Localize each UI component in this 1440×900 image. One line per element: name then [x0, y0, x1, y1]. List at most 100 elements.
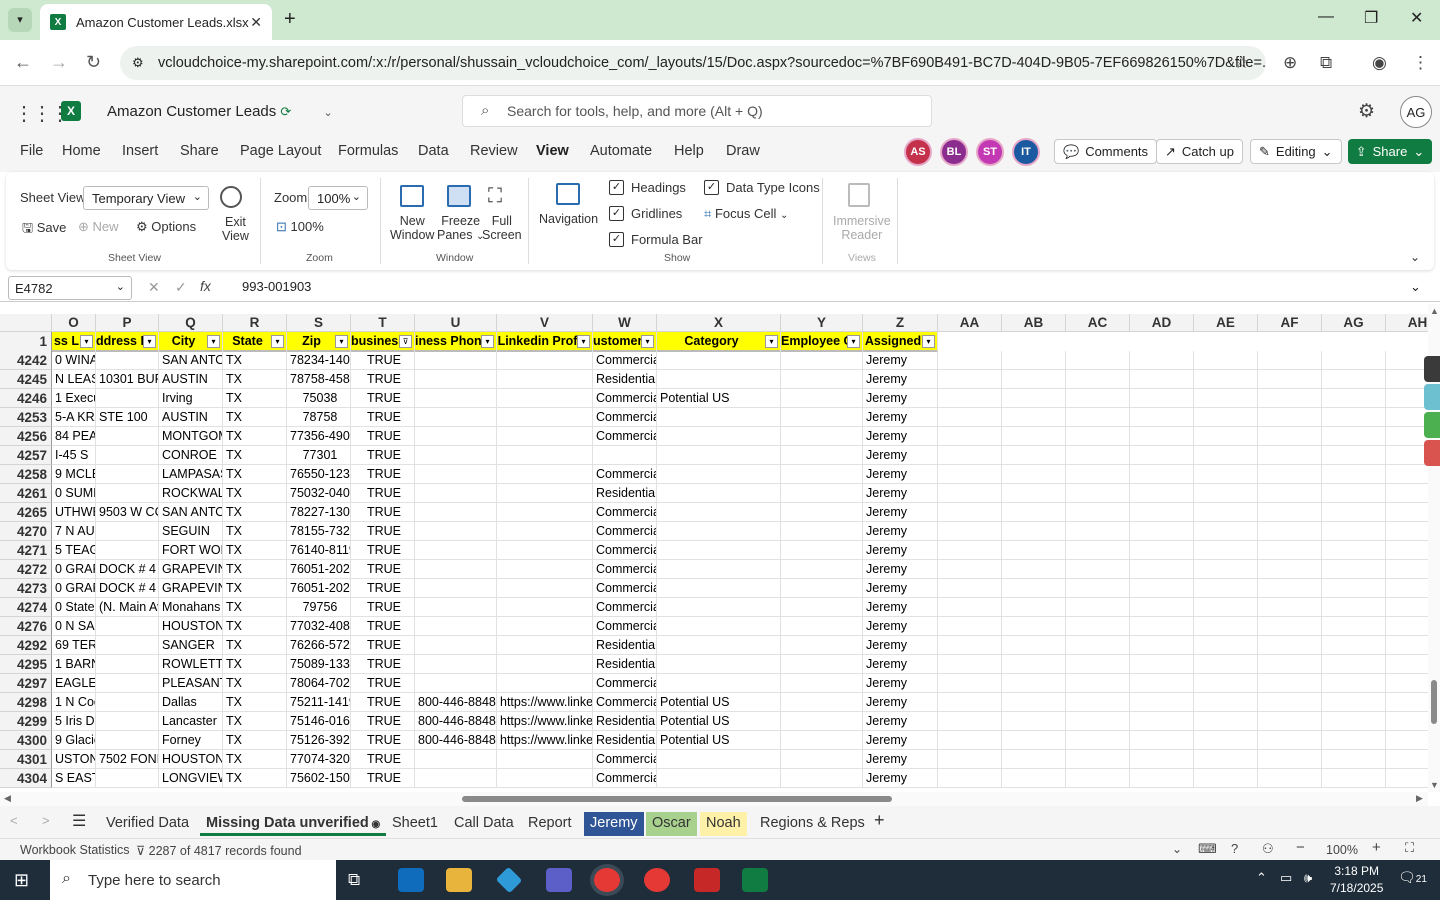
table-cell[interactable]: [1258, 503, 1322, 522]
table-cell[interactable]: [497, 674, 593, 693]
table-cell[interactable]: [96, 465, 159, 484]
filter-dropdown-icon[interactable]: ▾: [481, 335, 494, 348]
table-cell[interactable]: [1322, 769, 1386, 788]
keyboard-icon[interactable]: ⌨: [1198, 841, 1217, 857]
table-cell[interactable]: [781, 370, 863, 389]
table-cell[interactable]: [1194, 503, 1258, 522]
row-header[interactable]: 4276: [0, 617, 52, 636]
table-cell[interactable]: [1258, 560, 1322, 579]
table-cell[interactable]: [657, 541, 781, 560]
table-cell[interactable]: [1130, 636, 1194, 655]
table-cell[interactable]: TRUE: [351, 655, 415, 674]
menu-file[interactable]: File: [20, 143, 43, 159]
table-cell[interactable]: 0 WINANS RD: [52, 351, 96, 370]
table-cell[interactable]: 75038: [287, 389, 351, 408]
table-cell[interactable]: Residentia: [593, 712, 657, 731]
settings-gear-icon[interactable]: ⚙: [1358, 100, 1375, 123]
table-cell[interactable]: [1386, 541, 1428, 560]
horizontal-scroll-thumb[interactable]: [462, 796, 892, 802]
table-cell[interactable]: [1130, 408, 1194, 427]
table-cell[interactable]: Potential US: [657, 389, 781, 408]
table-cell[interactable]: 1 Executive Dr. Suit: [52, 389, 96, 408]
table-cell[interactable]: [1194, 617, 1258, 636]
table-cell[interactable]: [1322, 579, 1386, 598]
table-cell[interactable]: [1130, 351, 1194, 370]
filter-dropdown-icon[interactable]: ▾: [847, 335, 860, 348]
expand-formula-bar-icon[interactable]: ⌄: [1410, 279, 1421, 295]
table-cell[interactable]: 77074-3200: [287, 750, 351, 769]
table-cell[interactable]: [1322, 351, 1386, 370]
row-header[interactable]: 4304: [0, 769, 52, 788]
table-cell[interactable]: [1386, 408, 1428, 427]
table-cell[interactable]: Commercial: [593, 503, 657, 522]
table-cell[interactable]: [938, 712, 1002, 731]
table-cell[interactable]: [938, 427, 1002, 446]
table-cell[interactable]: 7502 FONI: [96, 750, 159, 769]
teams-icon[interactable]: [546, 868, 572, 892]
table-cell[interactable]: Jeremy: [863, 636, 938, 655]
header-cell[interactable]: Zip ▾: [287, 332, 351, 352]
row-header[interactable]: 4274: [0, 598, 52, 617]
table-cell[interactable]: TX: [223, 351, 287, 370]
table-cell[interactable]: [657, 769, 781, 788]
table-cell[interactable]: [1066, 579, 1130, 598]
new-view-button[interactable]: ⊕ New: [78, 219, 119, 235]
table-cell[interactable]: [415, 484, 497, 503]
table-cell[interactable]: [938, 503, 1002, 522]
table-cell[interactable]: [1258, 370, 1322, 389]
header-cell[interactable]: City ▾: [159, 332, 223, 352]
table-cell[interactable]: [1002, 408, 1066, 427]
table-cell[interactable]: FORT WOF: [159, 541, 223, 560]
table-cell[interactable]: [1386, 693, 1428, 712]
table-cell[interactable]: 77301: [287, 446, 351, 465]
row-header[interactable]: 4261: [0, 484, 52, 503]
table-cell[interactable]: Residential: [593, 655, 657, 674]
table-cell[interactable]: TRUE: [351, 389, 415, 408]
table-cell[interactable]: [781, 484, 863, 503]
table-cell[interactable]: [1322, 655, 1386, 674]
full-screen-button[interactable]: Full Screen: [482, 214, 522, 242]
table-cell[interactable]: TRUE: [351, 408, 415, 427]
column-header[interactable]: W: [593, 314, 657, 332]
filter-dropdown-icon[interactable]: ▾: [80, 335, 93, 348]
table-cell[interactable]: [1130, 693, 1194, 712]
table-cell[interactable]: TRUE: [351, 465, 415, 484]
table-cell[interactable]: GRAPEVIN: [159, 579, 223, 598]
table-cell[interactable]: [1386, 674, 1428, 693]
menu-review[interactable]: Review: [470, 143, 518, 159]
table-cell[interactable]: [1002, 427, 1066, 446]
side-panel-tab[interactable]: [1424, 440, 1440, 466]
prev-sheet-icon[interactable]: <: [10, 813, 18, 828]
navigation-button[interactable]: Navigation: [539, 212, 598, 226]
table-cell[interactable]: [1066, 731, 1130, 750]
header-cell[interactable]: ddress L ▾: [96, 332, 159, 352]
table-cell[interactable]: Commercial: [593, 427, 657, 446]
table-cell[interactable]: [938, 769, 1002, 788]
table-cell[interactable]: [96, 484, 159, 503]
table-cell[interactable]: [781, 655, 863, 674]
table-cell[interactable]: [415, 769, 497, 788]
table-cell[interactable]: [1002, 598, 1066, 617]
sheet-view-select[interactable]: Temporary View ⌄: [83, 186, 209, 210]
filter-dropdown-icon[interactable]: ▾: [143, 335, 156, 348]
table-cell[interactable]: Jeremy: [863, 674, 938, 693]
table-cell[interactable]: [657, 674, 781, 693]
file-explorer-icon[interactable]: [446, 868, 472, 892]
table-cell[interactable]: Jeremy: [863, 522, 938, 541]
table-cell[interactable]: Potential US: [657, 693, 781, 712]
table-cell[interactable]: TX: [223, 446, 287, 465]
freeze-panes-button[interactable]: Freeze Panes ⌄: [437, 214, 484, 242]
status-zoom-level[interactable]: 100%: [1326, 843, 1358, 857]
table-cell[interactable]: Jeremy: [863, 465, 938, 484]
table-cell[interactable]: [497, 503, 593, 522]
table-cell[interactable]: [657, 560, 781, 579]
restore-icon[interactable]: ❐: [1364, 8, 1378, 28]
header-cell[interactable]: State ▾: [223, 332, 287, 352]
focus-cell-button[interactable]: ⌗ Focus Cell ⌄: [704, 206, 788, 222]
table-cell[interactable]: [1386, 579, 1428, 598]
fullscreen-icon[interactable]: ⛶: [1405, 840, 1414, 856]
table-cell[interactable]: [1130, 731, 1194, 750]
table-cell[interactable]: [938, 389, 1002, 408]
new-tab-icon[interactable]: +: [284, 8, 296, 31]
table-cell[interactable]: [1066, 560, 1130, 579]
